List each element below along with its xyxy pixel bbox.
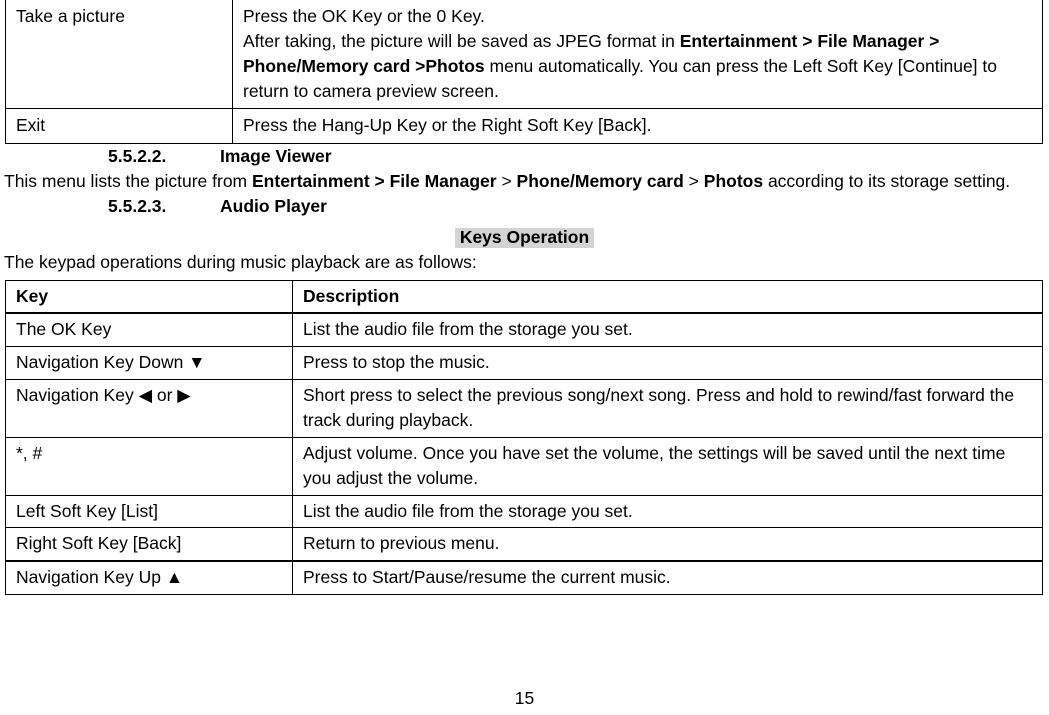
camera-operations-table: Take a picture Press the OK Key or the 0… <box>5 0 1043 145</box>
section-title: Audio Player <box>220 196 327 217</box>
table-row: Navigation Key ◀ or ▶ Short press to sel… <box>5 379 1043 438</box>
keys-row-key: The OK Key <box>5 312 293 348</box>
camera-description-line: Press the Hang-Up Key or the Right Soft … <box>243 113 1034 138</box>
text-run: > <box>683 170 704 191</box>
camera-row-description-cell: Press the OK Key or the 0 Key. After tak… <box>232 0 1043 110</box>
camera-table-body: Take a picture Press the OK Key or the 0… <box>5 0 1043 145</box>
table-row: Exit Press the Hang-Up Key or the Right … <box>5 108 1043 145</box>
text-run: Press the Hang-Up Key or the Right Soft … <box>243 115 652 136</box>
text-run: > <box>496 170 517 191</box>
keys-row-key: Navigation Key ◀ or ▶ <box>5 379 293 438</box>
camera-row-key: Take a picture <box>16 6 125 26</box>
bold-text-run: Entertainment > File Manager <box>252 170 497 191</box>
section-heading-audio-player: 5.5.2.3. Audio Player <box>0 196 1049 217</box>
column-header-description: Description <box>292 279 1043 315</box>
table-row: Take a picture Press the OK Key or the 0… <box>5 0 1043 110</box>
keys-operation-heading: Keys Operation <box>454 227 595 249</box>
text-run: After taking, the picture will be saved … <box>243 30 680 51</box>
table-row: *, # Adjust volume. Once you have set th… <box>5 436 1043 496</box>
section-heading-image-viewer: 5.5.2.2. Image Viewer <box>0 146 1049 167</box>
camera-row-description-cell: Press the Hang-Up Key or the Right Soft … <box>232 108 1043 145</box>
keys-operation-intro: The keypad operations during music playb… <box>4 252 477 273</box>
camera-row-key: Exit <box>16 115 46 136</box>
image-viewer-paragraph: This menu lists the picture from Enterta… <box>0 169 1044 194</box>
table-row: Navigation Key Up ▲ Press to Start/Pause… <box>5 560 1043 596</box>
section-number: 5.5.2.2. <box>108 146 167 167</box>
keys-row-description: List the audio file from the storage you… <box>292 494 1043 529</box>
keys-row-key: *, # <box>5 436 293 496</box>
text-run: according to its storage setting. <box>763 170 1011 191</box>
section-number: 5.5.2.3. <box>108 196 167 217</box>
keys-table-body: The OK Key List the audio file from the … <box>5 312 1043 596</box>
keys-row-description: Adjust volume. Once you have set the vol… <box>292 436 1043 496</box>
page-number: 15 <box>514 687 535 708</box>
camera-description-line: After taking, the picture will be saved … <box>243 29 1034 104</box>
camera-row-key-cell: Take a picture <box>5 0 233 110</box>
table-header-row: Key Description <box>5 279 1043 315</box>
document-page: Take a picture Press the OK Key or the 0… <box>0 0 1049 715</box>
bold-text-run: Photos <box>703 170 764 191</box>
keys-row-description: Press to Start/Pause/resume the current … <box>292 560 1043 596</box>
keys-row-key: Navigation Key Up ▲ <box>5 560 293 596</box>
keys-row-description: Short press to select the previous song/… <box>292 379 1043 438</box>
keys-operation-table: Key Description The OK Key List the audi… <box>5 279 1043 596</box>
keys-row-key: Left Soft Key [List] <box>5 494 293 529</box>
keys-row-description: Return to previous menu. <box>292 527 1043 562</box>
section-title: Image Viewer <box>220 146 332 167</box>
text-run: Press the OK Key or the 0 Key. <box>243 6 485 26</box>
table-row: The OK Key List the audio file from the … <box>5 312 1043 348</box>
keys-row-key: Right Soft Key [Back] <box>5 527 293 562</box>
text-run: This menu lists the picture from <box>4 170 252 191</box>
table-row: Right Soft Key [Back] Return to previous… <box>5 527 1043 562</box>
table-row: Left Soft Key [List] List the audio file… <box>5 494 1043 529</box>
camera-description-line: Press the OK Key or the 0 Key. <box>243 4 1034 29</box>
keys-row-key: Navigation Key Down ▼ <box>5 346 293 381</box>
column-header-key: Key <box>5 279 293 315</box>
keys-operation-heading-wrapper: Keys Operation <box>0 227 1049 249</box>
keys-row-description: Press to stop the music. <box>292 346 1043 381</box>
camera-row-key-cell: Exit <box>5 108 233 145</box>
keys-table-head: Key Description <box>5 279 1043 315</box>
table-row: Navigation Key Down ▼ Press to stop the … <box>5 346 1043 381</box>
keys-row-description: List the audio file from the storage you… <box>292 312 1043 348</box>
bold-text-run: Phone/Memory card <box>516 170 684 191</box>
